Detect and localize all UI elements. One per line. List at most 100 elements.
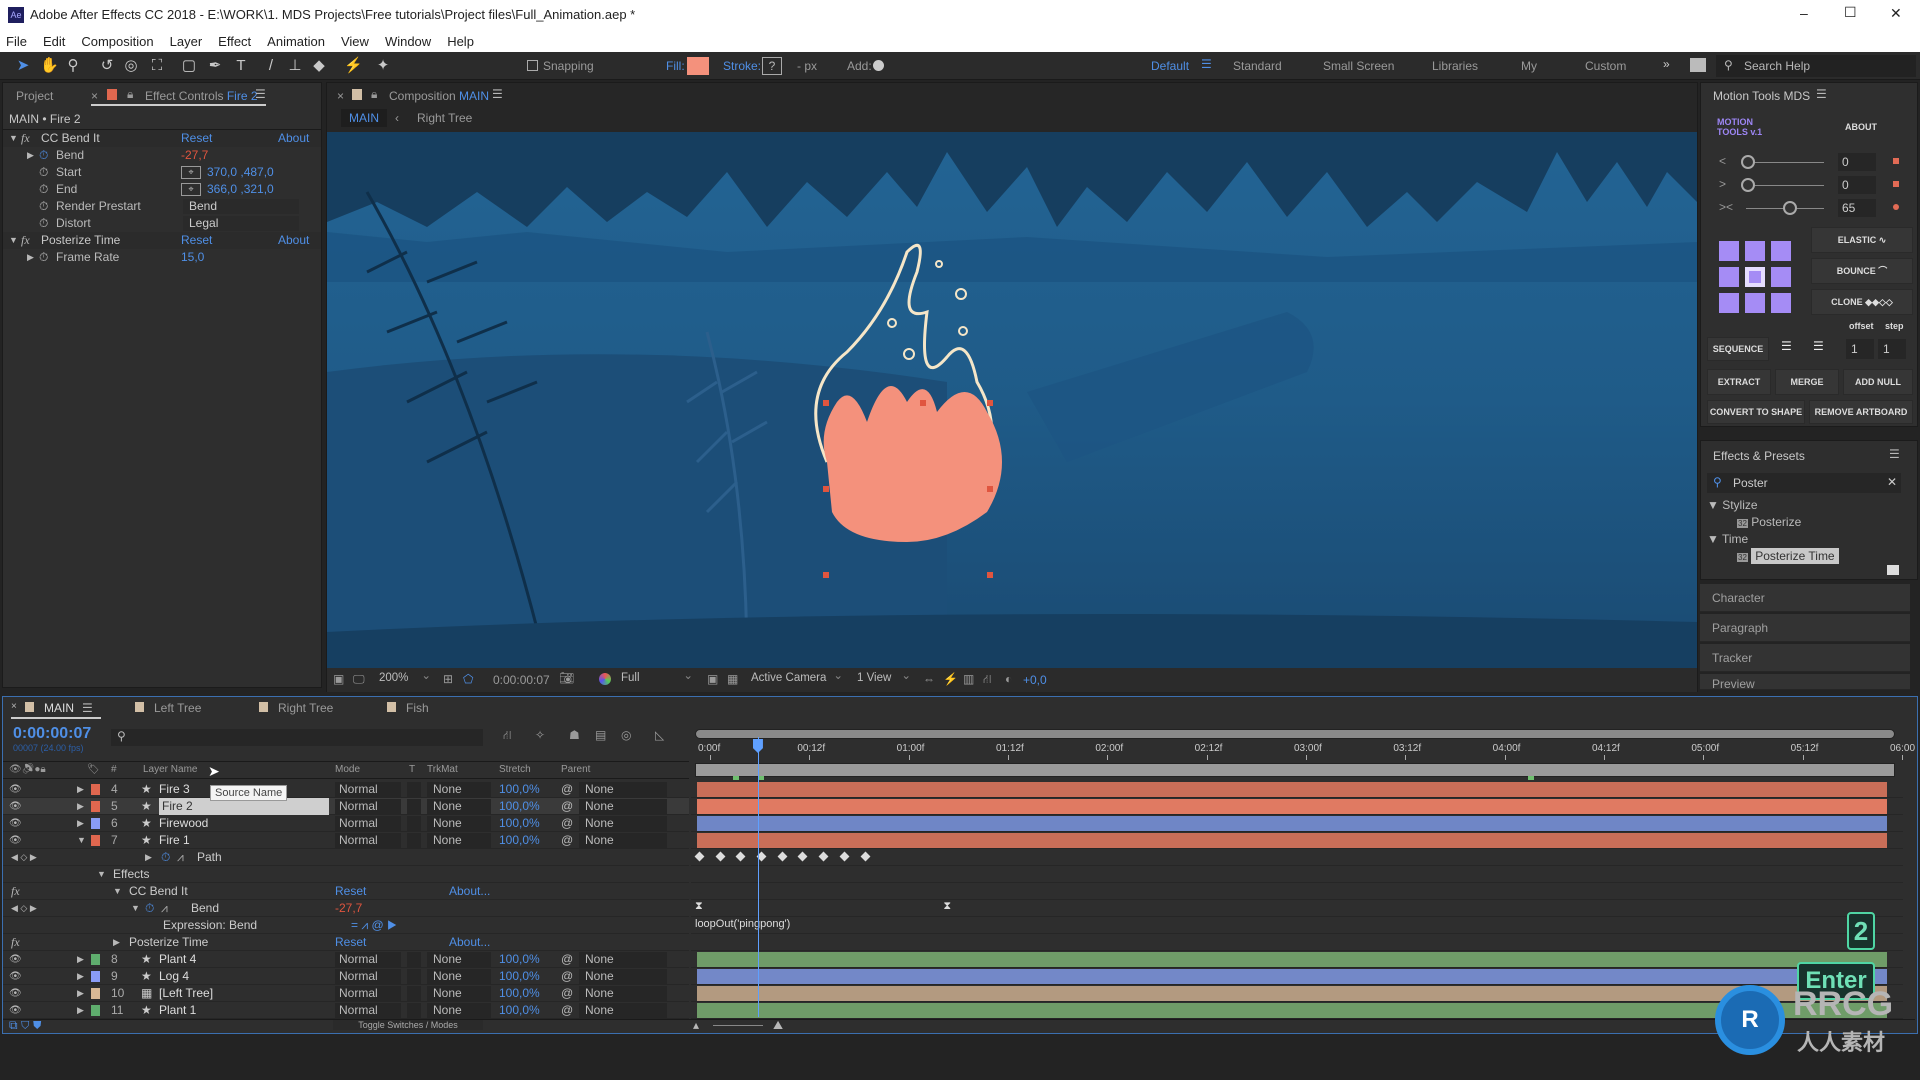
tab-project[interactable]: Project [16, 89, 53, 103]
sync-settings-icon[interactable] [1690, 58, 1706, 72]
resolution-dropdown[interactable]: Full [617, 668, 697, 687]
parent-dropdown[interactable]: None [579, 1003, 667, 1018]
exposure-value[interactable]: +0,0 [1023, 673, 1047, 687]
close-tab-icon[interactable]: × [11, 701, 17, 712]
layer-row[interactable]: 👁︎ ▶ 11 ★ Plant 1 Normal None 100,0% @ None [3, 1002, 689, 1019]
stretch-value[interactable]: 100,0% [499, 985, 540, 1002]
stopwatch-icon[interactable]: ⏱︎ [161, 849, 170, 866]
parent-pickwhip-icon[interactable]: @ [561, 968, 573, 985]
rotate-tool-icon[interactable]: ↺ [98, 57, 116, 75]
region-of-interest-icon[interactable]: ▣ [707, 672, 718, 686]
reset-link[interactable]: Reset [335, 934, 366, 951]
trkmat-dropdown[interactable]: None [427, 782, 491, 797]
property-value[interactable]: -27,7 [335, 900, 362, 917]
mode-dropdown[interactable]: Normal [335, 952, 401, 967]
fx-icon[interactable]: fx [21, 232, 30, 249]
property-value[interactable]: 15,0 [181, 249, 204, 266]
category-time[interactable]: ▼ Time [1707, 532, 1748, 546]
search-help-field[interactable]: ⚲ Search Help [1716, 55, 1916, 77]
layer-row[interactable]: 👁︎ ▶ 5 ★ Fire 2 Normal None 100,0% @ None [3, 798, 689, 815]
preserve-transparency-box[interactable] [407, 952, 421, 967]
panel-preview[interactable]: Preview [1700, 674, 1910, 690]
mode-dropdown[interactable]: Normal [335, 969, 401, 984]
col-stretch[interactable]: Stretch [499, 762, 531, 778]
layer-search-field[interactable]: ⚲ [111, 729, 483, 746]
about-link[interactable]: About [278, 130, 309, 147]
snapping-checkbox[interactable] [527, 60, 538, 71]
expression-text[interactable]: loopOut('pingpong') [695, 918, 790, 930]
visibility-eye-icon[interactable]: 👁︎ [9, 1002, 22, 1019]
fx-icon[interactable]: fx [11, 934, 20, 951]
layer-duration-bar[interactable] [697, 952, 1887, 967]
parent-pickwhip-icon[interactable]: @ [561, 1002, 573, 1019]
layer-row[interactable]: 👁︎ ▶ 10 ▦ [Left Tree] Normal None 100,0% @ None [3, 985, 689, 1002]
mode-dropdown[interactable]: Normal [335, 782, 401, 797]
frame-blending-icon[interactable]: ▤ [595, 728, 606, 742]
expand-triangle-icon[interactable]: ▶ [145, 849, 152, 866]
stopwatch-icon[interactable]: ⏱︎ [39, 215, 48, 232]
parent-pickwhip-icon[interactable]: @ [561, 815, 573, 832]
tab-composition[interactable]: Composition MAIN [389, 89, 489, 103]
workspace-small-screen[interactable]: Small Screen [1323, 59, 1394, 73]
zoom-out-icon[interactable]: ▴ [693, 1018, 699, 1032]
fx-icon[interactable]: fx [21, 130, 30, 147]
breadcrumb-main[interactable]: MAIN [341, 109, 387, 127]
minimize-button[interactable]: – [1800, 5, 1808, 21]
panel-menu-icon[interactable]: ☰ [82, 701, 93, 715]
comp-flowchart-icon[interactable]: ⛙ [503, 728, 511, 744]
transparency-grid-icon[interactable]: ▦ [727, 672, 738, 686]
stopwatch-icon[interactable]: ⏱︎ [145, 900, 154, 917]
preserve-transparency-box[interactable] [407, 833, 421, 848]
color-channels-icon[interactable] [599, 673, 611, 685]
snapshot-icon[interactable]: 📷︎ [559, 671, 574, 685]
label-color-swatch[interactable] [91, 971, 100, 982]
keyframe-diamond[interactable] [694, 851, 705, 862]
graph-icon[interactable]: ⩘ [177, 849, 184, 866]
stretch-value[interactable]: 100,0% [499, 1002, 540, 1019]
brush-tool-icon[interactable]: / [262, 57, 280, 75]
layer-row[interactable]: 👁︎ ▶ 8 ★ Plant 4 Normal None 100,0% @ None [3, 951, 689, 968]
visibility-eye-icon[interactable]: 👁︎ [9, 798, 22, 815]
parent-pickwhip-icon[interactable]: @ [561, 951, 573, 968]
slider-value-input[interactable]: 0 [1838, 176, 1876, 194]
col-layer-name[interactable]: Layer Name [143, 762, 197, 778]
menu-effect[interactable]: Effect [218, 34, 251, 49]
timeline-icon[interactable]: ▥ [963, 672, 974, 686]
elastic-button[interactable]: ELASTIC ∿ [1811, 227, 1913, 253]
pen-tool-icon[interactable]: ✒ [206, 57, 224, 75]
lock-icon[interactable]: 🔒︎ [371, 87, 377, 102]
slider-reset-icon[interactable] [1893, 204, 1899, 210]
preserve-transparency-box[interactable] [407, 986, 421, 1001]
remove-artboard-button[interactable]: REMOVE ARTBOARD [1809, 400, 1913, 424]
stopwatch-icon[interactable]: ⏱︎ [39, 147, 48, 164]
expand-triangle-icon[interactable]: ▶ [77, 951, 84, 968]
stroke-swatch[interactable]: ? [762, 57, 782, 75]
expression-controls-icon[interactable]: = ⩘ @ ▶ [351, 917, 397, 934]
preserve-transparency-box[interactable] [407, 799, 421, 814]
mode-dropdown[interactable]: Normal [335, 1003, 401, 1018]
orbit-camera-icon[interactable]: ◎ [122, 57, 140, 75]
stretch-value[interactable]: 100,0% [499, 798, 540, 815]
label-color-swatch[interactable] [91, 1005, 100, 1016]
stopwatch-icon[interactable]: ⏱︎ [39, 249, 48, 266]
trkmat-dropdown[interactable]: None [427, 1003, 491, 1018]
offset-input[interactable]: 1 [1846, 339, 1874, 359]
stretch-value[interactable]: 100,0% [499, 832, 540, 849]
composition-viewer[interactable] [327, 132, 1697, 668]
preserve-transparency-box[interactable] [407, 816, 421, 831]
graph-editor-icon[interactable]: ◺ [655, 728, 664, 742]
keyframe-diamond[interactable] [818, 851, 829, 862]
keyframe-diamond[interactable] [839, 851, 850, 862]
more-workspaces-icon[interactable]: » [1663, 57, 1670, 71]
stretch-value[interactable]: 100,0% [499, 781, 540, 798]
hand-tool-icon[interactable]: ✋ [40, 57, 59, 75]
reset-link[interactable]: Reset [181, 232, 212, 249]
stretch-value[interactable]: 100,0% [499, 951, 540, 968]
collapse-triangle-icon[interactable]: ▼ [9, 130, 18, 147]
add-null-button[interactable]: ADD NULL [1843, 369, 1913, 395]
playhead[interactable] [757, 737, 759, 1017]
mode-dropdown[interactable]: Normal [335, 799, 401, 814]
fx-icon[interactable]: fx [11, 883, 20, 900]
label-color-swatch[interactable] [91, 818, 100, 829]
workspace-standard[interactable]: Standard [1233, 59, 1282, 73]
